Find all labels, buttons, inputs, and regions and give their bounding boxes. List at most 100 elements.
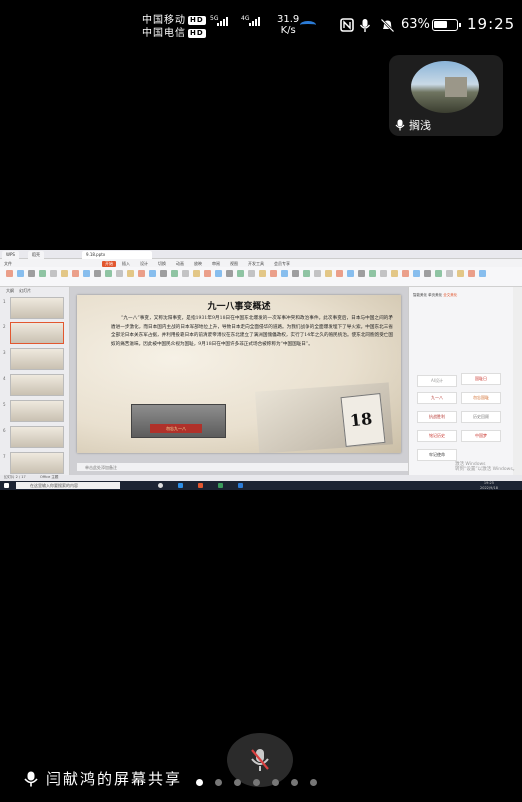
- tab-wps[interactable]: WPS: [2, 251, 19, 259]
- ribbon-tool-icon[interactable]: [83, 270, 90, 277]
- page-dot[interactable]: [272, 779, 279, 786]
- slide-thumbnail[interactable]: [10, 348, 64, 370]
- screen-share-label: 闫献鸿的屏幕共享: [24, 768, 182, 789]
- ribbon-tool-icon[interactable]: [479, 270, 486, 277]
- page-dot[interactable]: [310, 779, 317, 786]
- tab-document[interactable]: 9.18.pptx: [82, 251, 152, 259]
- slide-thumbnail[interactable]: [10, 374, 64, 396]
- ribbon-tool-icon[interactable]: [347, 270, 354, 277]
- microphone-icon: [359, 19, 371, 32]
- ribbon-tool-icon[interactable]: [215, 270, 222, 277]
- slide-counter: 幻灯片 2 / 17: [4, 475, 26, 479]
- ribbon-tool-icon[interactable]: [171, 270, 178, 277]
- ribbon-tool-icon[interactable]: [424, 270, 431, 277]
- ribbon-tool-icon[interactable]: [380, 270, 387, 277]
- ribbon-tool-icon[interactable]: [116, 270, 123, 277]
- ribbon-tool-icon[interactable]: [127, 270, 134, 277]
- app-icon[interactable]: [218, 483, 223, 488]
- template-tile[interactable]: 九一八: [417, 392, 457, 404]
- taskbar-search[interactable]: 在这里输入你要搜索的内容: [16, 482, 120, 489]
- tab-smart-beautify[interactable]: 智能美化: [413, 293, 427, 297]
- slide-calendar-image[interactable]: 18: [340, 393, 386, 447]
- ribbon-tool-icon[interactable]: [435, 270, 442, 277]
- ribbon-tool-icon[interactable]: [193, 270, 200, 277]
- slide-canvas[interactable]: 九一八事变概述 “九一八”事变，又称沈阳事变，是指1931年9月18日在中国东北…: [70, 287, 408, 475]
- ribbon-tool-icon[interactable]: [182, 270, 189, 277]
- signal-4g-icon: [249, 17, 260, 26]
- page-dot[interactable]: [291, 779, 298, 786]
- slide-thumbnail-active[interactable]: [10, 322, 64, 344]
- slide-body-text[interactable]: “九一八”事变，又称沈阳事变，是指1931年9月18日在中国东北爆发的一次军事冲…: [111, 315, 393, 349]
- slide-thumbnail[interactable]: [10, 297, 64, 319]
- ribbon-tool-icon[interactable]: [391, 270, 398, 277]
- ribbon-tool-icon[interactable]: [105, 270, 112, 277]
- slide-thumbnail[interactable]: [10, 400, 64, 422]
- template-tile[interactable]: 勿忘国耻: [461, 392, 501, 404]
- beautify-tabs: 智能美化 单页美化 全文美化: [413, 293, 457, 298]
- ribbon-tool-icon[interactable]: [149, 270, 156, 277]
- ribbon-tool-icon[interactable]: [303, 270, 310, 277]
- template-tile[interactable]: 历史回顾: [461, 411, 501, 423]
- ribbon-tool-icon[interactable]: [50, 270, 57, 277]
- ribbon-tool-icon[interactable]: [336, 270, 343, 277]
- ribbon-tool-icon[interactable]: [17, 270, 24, 277]
- tab-slides[interactable]: 幻灯片: [19, 288, 31, 293]
- participant-name-row: 搁浅: [395, 117, 431, 133]
- ribbon-tool-icon[interactable]: [61, 270, 68, 277]
- page-dot[interactable]: [215, 779, 222, 786]
- ribbon-tool-icon[interactable]: [204, 270, 211, 277]
- page-indicator[interactable]: [196, 779, 317, 786]
- ribbon-tool-icon[interactable]: [270, 270, 277, 277]
- ribbon-tool-icon[interactable]: [259, 270, 266, 277]
- template-tile[interactable]: 铭记历史: [417, 430, 457, 442]
- ribbon-tool-icon[interactable]: [369, 270, 376, 277]
- current-slide[interactable]: 九一八事变概述 “九一八”事变，又称沈阳事变，是指1931年9月18日在中国东北…: [77, 295, 401, 453]
- meeting-taskbar-icon[interactable]: [238, 483, 243, 488]
- ribbon-tool-icon[interactable]: [358, 270, 365, 277]
- ribbon-tool-icon[interactable]: [72, 270, 79, 277]
- ribbon-tool-icon[interactable]: [457, 270, 464, 277]
- ribbon-tool-icon[interactable]: [413, 270, 420, 277]
- signal-5g-icon: [217, 17, 228, 26]
- ribbon-tool-icon[interactable]: [325, 270, 332, 277]
- slide-photo[interactable]: 勿忘九一八: [131, 404, 226, 438]
- ribbon-tool-icon[interactable]: [281, 270, 288, 277]
- notes-field[interactable]: 单击此处添加备注: [77, 463, 408, 471]
- ribbon-tool-icon[interactable]: [314, 270, 321, 277]
- page-dot[interactable]: [196, 779, 203, 786]
- page-dot[interactable]: [234, 779, 241, 786]
- ribbon-tool-icon[interactable]: [6, 270, 13, 277]
- ribbon-tool-icon[interactable]: [292, 270, 299, 277]
- tab-outline[interactable]: 大纲: [6, 288, 14, 293]
- ribbon-tool-icon[interactable]: [226, 270, 233, 277]
- template-tile[interactable]: AI设计: [417, 375, 457, 387]
- tab-docer[interactable]: 稻壳: [28, 251, 44, 259]
- ribbon-tool-icon[interactable]: [138, 270, 145, 277]
- template-tile[interactable]: 国耻日: [461, 373, 501, 385]
- wps-icon[interactable]: [198, 483, 203, 488]
- tab-full-beautify[interactable]: 全文美化: [443, 293, 457, 297]
- task-view-icon[interactable]: [158, 483, 163, 488]
- ribbon-tool-icon[interactable]: [468, 270, 475, 277]
- slide-thumbnail[interactable]: [10, 426, 64, 448]
- windows-start-icon[interactable]: [4, 483, 9, 488]
- ribbon-tool-icon[interactable]: [39, 270, 46, 277]
- edge-icon[interactable]: [178, 483, 183, 488]
- wps-tab-bar: WPS 稻壳 9.18.pptx: [0, 250, 522, 259]
- participant-video-tile[interactable]: 搁浅: [389, 55, 503, 136]
- template-tile[interactable]: 抗战胜利: [417, 411, 457, 423]
- template-tile[interactable]: 中国梦: [461, 430, 501, 442]
- page-dot[interactable]: [253, 779, 260, 786]
- slide-title[interactable]: 九一八事变概述: [77, 299, 401, 312]
- ribbon-tool-icon[interactable]: [94, 270, 101, 277]
- ribbon-tool-icon[interactable]: [237, 270, 244, 277]
- slide-thumbnail[interactable]: [10, 452, 64, 474]
- ribbon-tool-icon[interactable]: [402, 270, 409, 277]
- ribbon-tool-icon[interactable]: [446, 270, 453, 277]
- template-tile[interactable]: 牢记使命: [417, 449, 457, 461]
- ribbon-tool-icon[interactable]: [160, 270, 167, 277]
- shared-screen[interactable]: WPS 稻壳 9.18.pptx 文件 开始 插入 设计 切换 动画 放映 审阅…: [0, 250, 522, 490]
- ribbon-tool-icon[interactable]: [28, 270, 35, 277]
- tab-page-beautify[interactable]: 单页美化: [428, 293, 442, 297]
- ribbon-tool-icon[interactable]: [248, 270, 255, 277]
